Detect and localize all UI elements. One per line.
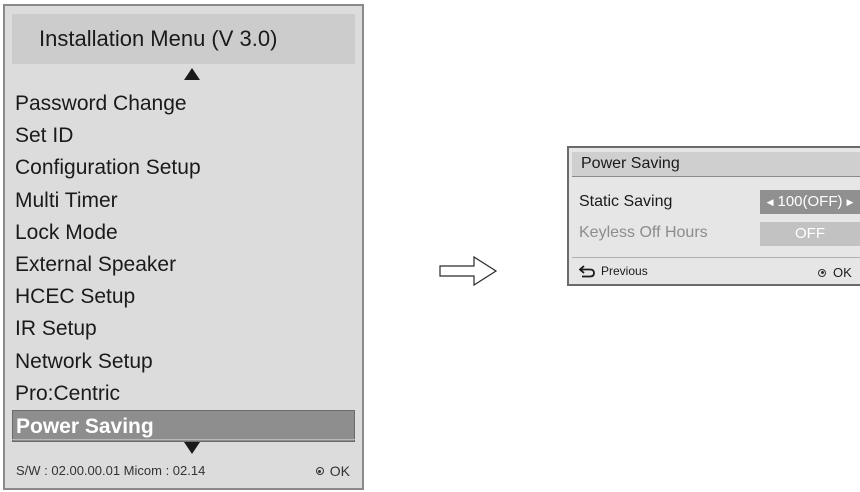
previous-button[interactable]: Previous <box>579 264 648 278</box>
right-arrow-icon <box>439 255 498 287</box>
left-arrow-icon[interactable]: ◀ <box>767 197 774 207</box>
menu-item-network-setup[interactable]: Network Setup <box>12 346 355 378</box>
panel-ok-button[interactable]: OK <box>818 265 852 280</box>
menu-item-set-id[interactable]: Set ID <box>12 120 355 152</box>
panel-title: Power Saving <box>572 152 860 177</box>
back-arrow-icon <box>579 264 595 277</box>
keyless-off-hours-label: Keyless Off Hours <box>579 224 708 241</box>
menu-ok-label: OK <box>329 463 350 479</box>
menu-item-lock-mode[interactable]: Lock Mode <box>12 217 355 249</box>
static-saving-value: 100(OFF) <box>777 193 843 210</box>
arrow-up-icon[interactable] <box>184 68 200 80</box>
menu-item-password-change[interactable]: Password Change <box>12 88 355 120</box>
menu-list: Password Change Set ID Configuration Set… <box>12 88 355 443</box>
menu-ok-button[interactable]: OK <box>315 463 350 479</box>
panel-ok-label: OK <box>833 265 852 280</box>
menu-item-power-saving[interactable]: Power Saving <box>12 409 355 443</box>
menu-title: Installation Menu (V 3.0) <box>12 14 355 64</box>
version-info: S/W : 02.00.00.01 Micom : 02.14 <box>16 463 206 478</box>
power-saving-panel: Power Saving Static Saving ◀ 100(OFF) ▶ Ke… <box>567 146 860 286</box>
installation-menu: Installation Menu (V 3.0) Password Chang… <box>3 4 364 490</box>
menu-item-configuration-setup[interactable]: Configuration Setup <box>12 152 355 184</box>
right-arrow-small-icon[interactable]: ▶ <box>847 197 854 207</box>
previous-label: Previous <box>601 264 648 278</box>
ok-dot-icon <box>818 268 826 277</box>
menu-item-procentric[interactable]: Pro:Centric <box>12 378 355 410</box>
menu-divider <box>12 439 355 440</box>
menu-item-ir-setup[interactable]: IR Setup <box>12 313 355 345</box>
menu-item-hcec-setup[interactable]: HCEC Setup <box>12 281 355 313</box>
static-saving-label: Static Saving <box>579 193 673 210</box>
keyless-off-hours-value: OFF <box>760 222 860 246</box>
static-saving-selector[interactable]: ◀ 100(OFF) ▶ <box>760 190 860 214</box>
menu-item-multi-timer[interactable]: Multi Timer <box>12 185 355 217</box>
ok-dot-icon <box>315 467 324 475</box>
arrow-down-icon[interactable] <box>184 442 200 454</box>
menu-item-external-speaker[interactable]: External Speaker <box>12 249 355 281</box>
panel-divider <box>572 257 860 258</box>
